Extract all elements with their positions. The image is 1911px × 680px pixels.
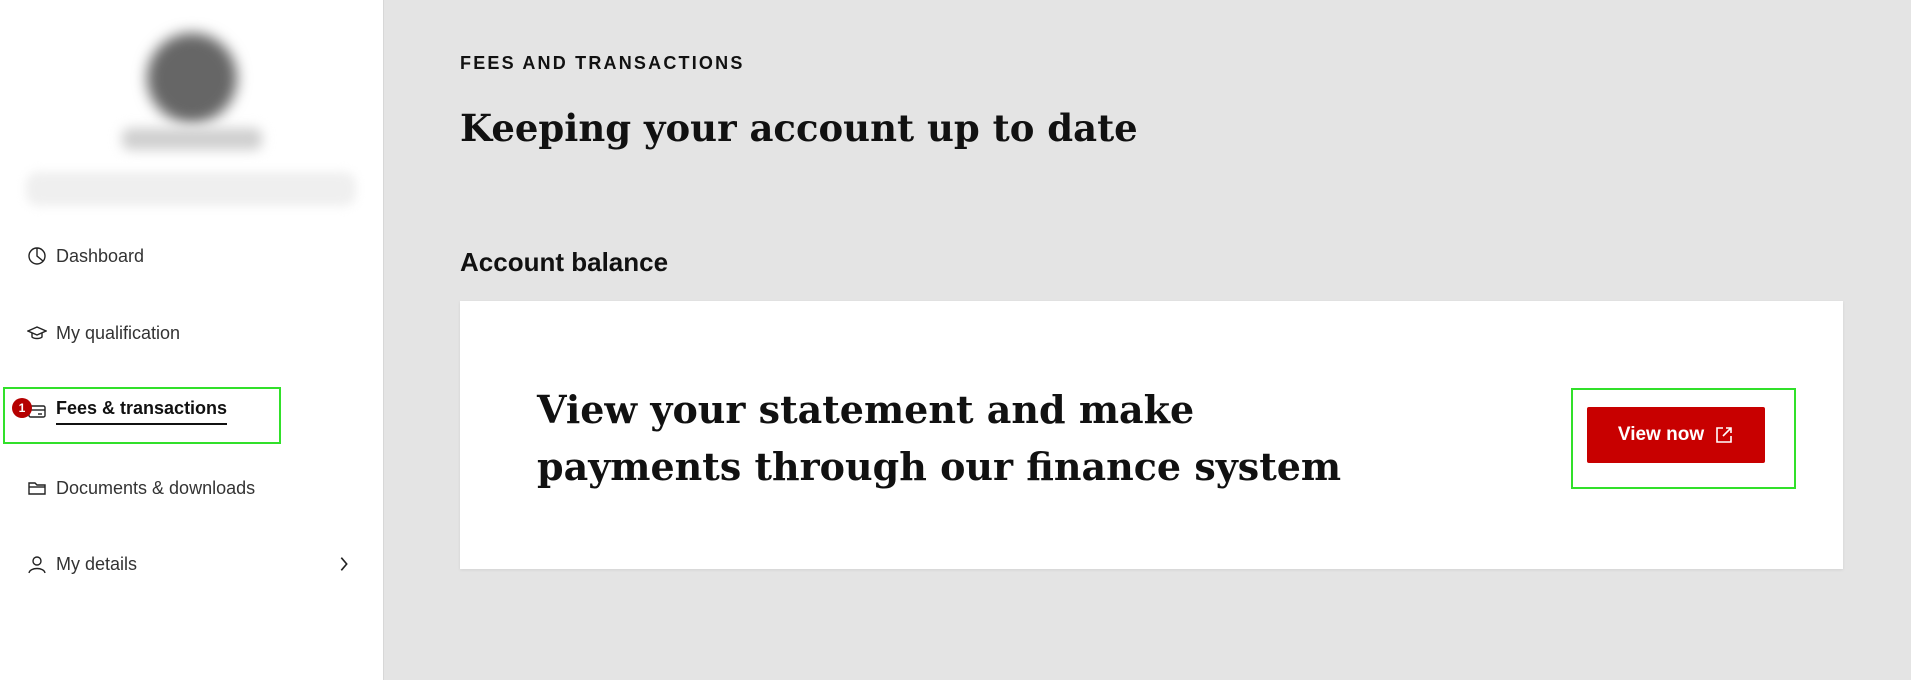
sidebar-item-label: Dashboard <box>56 245 145 266</box>
graduation-cap-icon <box>26 322 48 344</box>
sidebar: Dashboard My qualification Fees & transa… <box>0 0 384 680</box>
step-marker: 1 <box>12 398 32 418</box>
view-now-button-label: View now <box>1617 424 1705 445</box>
main-content: FEES AND TRANSACTIONS Keeping your accou… <box>384 0 1911 680</box>
user-icon <box>26 553 48 575</box>
app-root: Dashboard My qualification Fees & transa… <box>0 0 1911 680</box>
sidebar-item-my-details[interactable]: My details <box>26 549 137 579</box>
sidebar-item-my-qualification[interactable]: My qualification <box>26 318 180 348</box>
section-title: Account balance <box>460 247 669 277</box>
chevron-right-icon[interactable] <box>336 552 352 576</box>
sidebar-item-documents-downloads[interactable]: Documents & downloads <box>26 473 255 503</box>
folder-icon <box>26 477 48 499</box>
external-link-icon <box>1714 425 1734 445</box>
profile-name-blurred <box>122 128 262 150</box>
card-text: View your statement and make payments th… <box>537 387 1342 489</box>
sidebar-item-label: My details <box>56 553 138 574</box>
sidebar-item-label: My qualification <box>56 322 181 343</box>
page-title: Keeping your account up to date <box>460 106 1138 150</box>
sidebar-item-dashboard[interactable]: Dashboard <box>26 241 144 271</box>
view-now-button[interactable]: View now <box>1587 407 1765 463</box>
highlight-box-nav <box>3 387 281 444</box>
dashboard-pie-icon <box>26 245 48 267</box>
profile-subtitle-blurred <box>26 172 356 206</box>
avatar <box>147 33 237 123</box>
page-eyebrow: FEES AND TRANSACTIONS <box>460 53 745 73</box>
sidebar-item-label: Documents & downloads <box>56 477 256 498</box>
profile-area <box>0 0 384 220</box>
